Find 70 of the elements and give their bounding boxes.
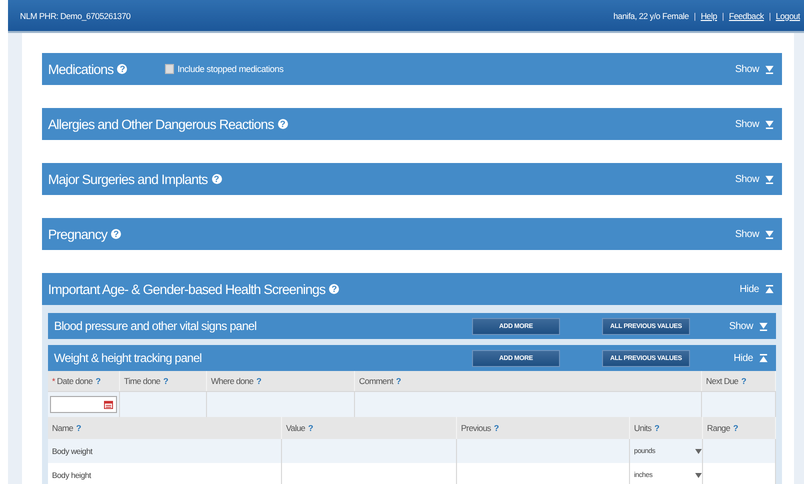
help-icon[interactable]: ?	[278, 119, 288, 129]
section-header[interactable]: Major Surgeries and Implants ? Show	[42, 163, 782, 195]
column-header: Next Due	[706, 376, 738, 386]
value-field[interactable]	[282, 439, 457, 463]
collapse-icon[interactable]	[765, 284, 774, 294]
collapse-icon[interactable]	[759, 354, 768, 362]
user-info: hanifa, 22 y/o Female	[613, 10, 689, 20]
caret-icon	[695, 448, 702, 454]
section-title: Medications	[48, 62, 114, 76]
section-title: Important Age- & Gender-based Health Screenings	[48, 282, 326, 296]
caret-icon	[695, 472, 702, 478]
help-icon[interactable]: ?	[396, 376, 401, 386]
help-icon[interactable]: ?	[308, 423, 313, 433]
separator: |	[694, 10, 696, 20]
help-icon[interactable]: ?	[212, 174, 222, 184]
toggle-link[interactable]: Hide	[734, 352, 753, 364]
section-header[interactable]: Important Age- & Gender-based Health Screenings ? Hide	[42, 273, 782, 305]
expand-icon[interactable]	[765, 120, 774, 128]
help-icon[interactable]: ?	[654, 423, 660, 433]
toggle-link[interactable]: Show	[735, 228, 759, 240]
record-title: NLM PHR: Demo_6705261370	[20, 10, 132, 20]
help-icon[interactable]: ?	[76, 423, 81, 433]
help-icon[interactable]: ?	[329, 284, 340, 294]
panel-title: Blood pressure and other vital signs panel	[54, 319, 256, 333]
header-link[interactable]: Help	[700, 10, 718, 20]
column-header: Name	[52, 423, 74, 433]
section-header[interactable]: Pregnancy ? Show	[42, 218, 782, 250]
table-cell: Body height	[48, 463, 282, 484]
table-cell: Body weight	[48, 439, 282, 463]
expand-icon[interactable]	[765, 64, 774, 74]
section-title: Allergies and Other Dangerous Reactions	[48, 116, 274, 132]
date-field[interactable]	[50, 396, 117, 413]
toggle-link[interactable]: Show	[735, 118, 759, 130]
toggle-link[interactable]: Show	[729, 320, 753, 332]
help-icon[interactable]: ?	[256, 376, 262, 386]
column-header: Comment	[359, 376, 394, 386]
required-mark: *	[52, 376, 55, 386]
expand-icon[interactable]	[759, 322, 768, 330]
help-icon[interactable]: ?	[733, 423, 738, 433]
checkbox-label: Include stopped medications	[177, 64, 284, 74]
toggle-link[interactable]: Show	[735, 174, 759, 184]
help-icon[interactable]: ?	[741, 376, 746, 386]
help-icon[interactable]: ?	[494, 423, 499, 433]
section-header[interactable]: Allergies and Other Dangerous Reactions ? Show	[42, 108, 782, 140]
column-header: Units	[634, 423, 652, 433]
separator: |	[768, 10, 771, 20]
column-header: Date done	[56, 376, 93, 386]
checkbox[interactable]	[165, 64, 174, 74]
header-link[interactable]: Logout	[776, 10, 800, 20]
separator: |	[722, 10, 724, 20]
column-header: Time done	[124, 376, 160, 386]
column-header: Where done	[211, 376, 254, 386]
help-icon[interactable]: ?	[96, 376, 100, 386]
expand-icon[interactable]	[765, 230, 774, 238]
panel-title: Weight & height tracking panel	[54, 351, 202, 365]
column-header: Value	[286, 423, 306, 433]
help-icon[interactable]: ?	[163, 376, 168, 386]
section-title: Major Surgeries and Implants	[48, 172, 208, 186]
section-header[interactable]: Medications ? Include stopped medications Show	[42, 53, 782, 85]
column-header: Previous	[461, 423, 491, 433]
section-title: Pregnancy	[48, 226, 108, 242]
toggle-link[interactable]: Hide	[740, 284, 759, 294]
value-field[interactable]	[282, 463, 457, 484]
toggle-link[interactable]: Show	[735, 64, 759, 74]
expand-icon[interactable]	[765, 174, 774, 184]
help-icon[interactable]: ?	[111, 229, 122, 239]
help-icon[interactable]: ?	[117, 64, 128, 74]
calendar-icon[interactable]	[104, 400, 113, 409]
header-link[interactable]: Feedback	[728, 10, 764, 20]
column-header: Range	[707, 423, 730, 433]
